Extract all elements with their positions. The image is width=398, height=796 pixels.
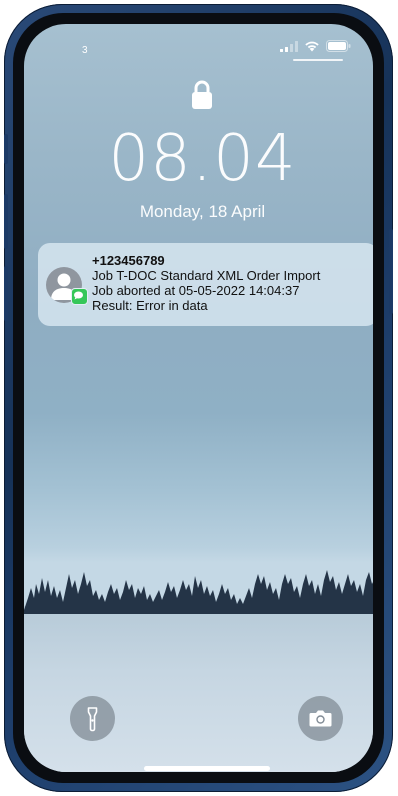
notification-line: Job T-DOC Standard XML Order Import (92, 268, 321, 283)
date-label: Monday, 18 April (139, 202, 266, 221)
mute-switch (4, 134, 8, 164)
camera-button[interactable] (298, 696, 343, 741)
volume-down-button (4, 266, 8, 321)
notification-body: +123456789 Job T-DOC Standard XML Order … (92, 253, 372, 313)
flashlight-button[interactable] (70, 696, 115, 741)
home-indicator[interactable] (144, 766, 270, 771)
signal-icon (280, 40, 298, 52)
camera-icon (309, 710, 332, 727)
control-center-indicator (293, 59, 343, 61)
power-button (389, 229, 393, 314)
snow-field (24, 606, 373, 772)
lock-icon (192, 80, 212, 109)
wifi-icon (305, 41, 319, 52)
notification-sender: +123456789 (92, 253, 165, 268)
phone-bezel: 3 08.04 Monday, 18 April +123456789 Job … (13, 13, 384, 783)
message-notification[interactable]: +123456789 Job T-DOC Standard XML Order … (38, 243, 373, 326)
notification-line: Job aborted at 05-05-2022 14:04:37 (92, 283, 300, 298)
messages-icon (71, 288, 88, 305)
tree-line (24, 570, 373, 614)
phone-frame: 3 08.04 Monday, 18 April +123456789 Job … (4, 4, 393, 792)
clock: 08.04 (108, 122, 297, 196)
flashlight-icon (87, 707, 98, 732)
lock-screen[interactable]: 3 08.04 Monday, 18 April +123456789 Job … (24, 24, 373, 772)
status-text: 3 (82, 45, 88, 56)
status-icons (280, 40, 351, 52)
volume-up-button (4, 194, 8, 249)
notification-line: Result: Error in data (92, 298, 208, 313)
battery-icon (326, 40, 351, 52)
